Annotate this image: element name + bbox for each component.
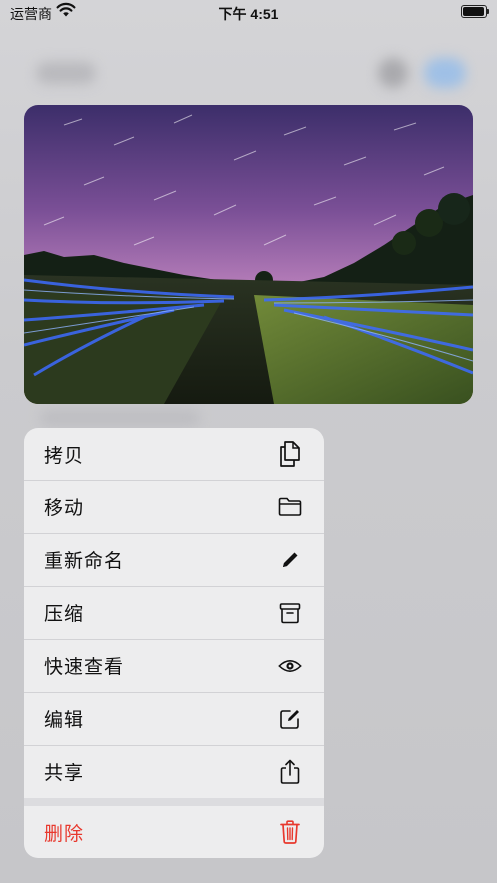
menu-item-move[interactable]: 移动 — [24, 480, 324, 532]
image-preview[interactable] — [24, 105, 473, 404]
copy-icon — [278, 441, 302, 467]
menu-separator — [24, 798, 324, 806]
menu-item-label: 共享 — [44, 762, 85, 784]
blurred-button — [378, 58, 408, 88]
context-menu: 拷贝 移动 重新命名 压缩 快速查看 编辑 共享 删除 — [24, 428, 324, 858]
menu-item-compress[interactable]: 压缩 — [24, 586, 324, 638]
landscape-photo — [24, 105, 473, 404]
menu-item-label: 快速查看 — [44, 656, 125, 678]
menu-item-label: 压缩 — [44, 603, 85, 625]
status-bar: 运营商 下午 4:51 — [0, 0, 497, 26]
blurred-button — [424, 58, 466, 88]
menu-item-share[interactable]: 共享 — [24, 745, 324, 797]
menu-item-label: 移动 — [44, 497, 85, 519]
menu-item-delete[interactable]: 删除 — [24, 806, 324, 858]
trash-icon — [278, 820, 302, 844]
menu-item-label: 删除 — [44, 822, 85, 845]
blurred-title — [36, 62, 96, 84]
menu-item-label: 编辑 — [44, 709, 85, 731]
edit-icon — [278, 707, 302, 731]
archive-icon — [278, 601, 302, 625]
battery-icon — [461, 5, 489, 18]
clock-time: 下午 4:51 — [218, 6, 279, 22]
blurred-text — [40, 410, 200, 426]
menu-item-rename[interactable]: 重新命名 — [24, 533, 324, 585]
pencil-icon — [278, 548, 302, 572]
share-icon — [278, 759, 302, 784]
menu-item-copy[interactable]: 拷贝 — [24, 428, 324, 480]
menu-item-edit[interactable]: 编辑 — [24, 692, 324, 744]
menu-item-label: 重新命名 — [44, 550, 125, 572]
menu-item-label: 拷贝 — [44, 444, 85, 467]
eye-icon — [278, 654, 302, 678]
menu-item-quick-look[interactable]: 快速查看 — [24, 639, 324, 691]
folder-icon — [278, 495, 302, 519]
